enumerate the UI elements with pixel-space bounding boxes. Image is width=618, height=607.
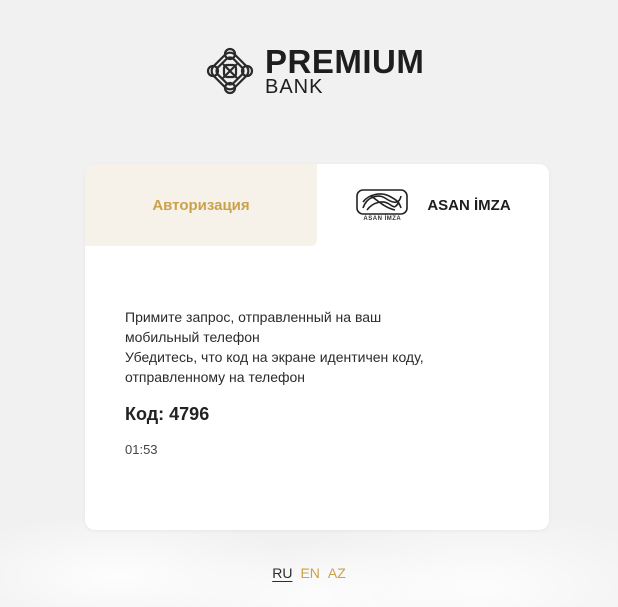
instruction-line: отправленному на телефон [125, 369, 306, 385]
lang-az[interactable]: AZ [328, 565, 346, 581]
asan-logo-caption: ASAN İMZA [363, 216, 402, 222]
instruction-line: мобильный телефон [125, 329, 260, 345]
brand-subname: BANK [265, 76, 324, 98]
tab-asan-imza[interactable]: ASAN İMZA ASAN İMZA [317, 164, 549, 246]
bank-logo: PREMIUM BANK [203, 44, 424, 98]
tab-authorization[interactable]: Авторизация [85, 164, 317, 246]
lang-en[interactable]: EN [300, 565, 319, 581]
lang-ru[interactable]: RU [272, 565, 292, 581]
auth-tabs: Авторизация ASAN İMZA ASAN İMZA [85, 164, 549, 246]
tab-authorization-label: Авторизация [152, 196, 250, 214]
countdown-timer: 01:53 [125, 442, 158, 457]
tab-asan-imza-label: ASAN İMZA [427, 196, 511, 214]
instruction-line: Примите запрос, отправленный на ваш [125, 309, 382, 325]
knot-logo-icon [206, 47, 254, 95]
brand-name: PREMIUM [265, 43, 425, 80]
auth-card: Авторизация ASAN İMZA ASAN İMZA Примите … [85, 164, 549, 530]
instruction-line: Убедитесь, что код на экране идентичен к… [125, 349, 424, 365]
auth-instructions: Примите запрос, отправленный на ваш моби… [125, 307, 505, 387]
asan-imza-logo: ASAN İMZA [355, 188, 409, 222]
language-switcher: RU EN AZ [0, 565, 618, 581]
verification-code: Код: 4796 [125, 404, 210, 424]
auth-content: Примите запрос, отправленный на ваш моби… [125, 307, 505, 457]
asan-fingerprint-icon [356, 189, 409, 215]
